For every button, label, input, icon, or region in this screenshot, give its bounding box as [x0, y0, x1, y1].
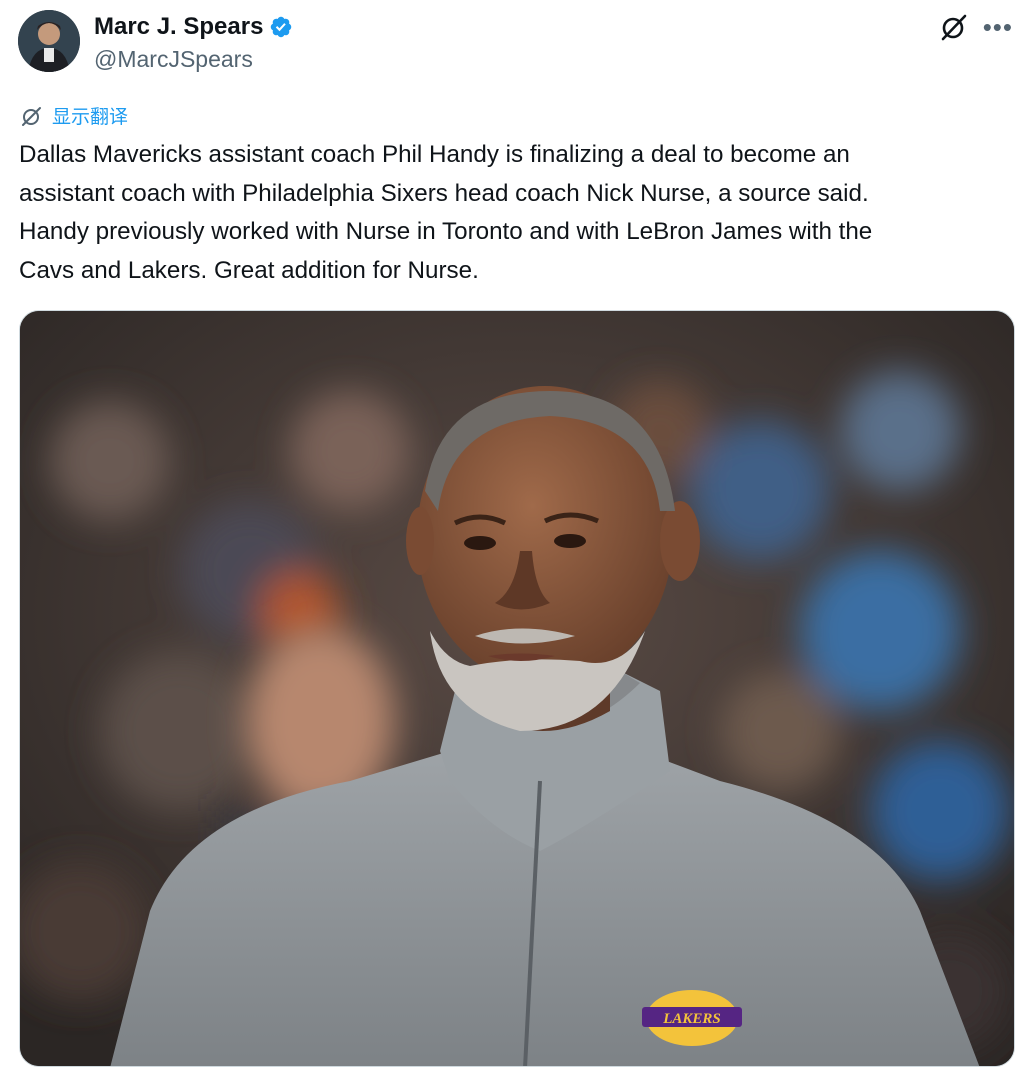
avatar-image [18, 10, 80, 72]
translate-icon [22, 106, 41, 126]
more-icon[interactable]: ••• [983, 12, 1013, 42]
grok-icon[interactable] [939, 12, 969, 42]
author-display-name[interactable]: Marc J. Spears [94, 13, 263, 41]
tweet-media-image[interactable]: LAKERS [19, 310, 1015, 1067]
translate-link[interactable]: 显示翻译 [20, 102, 128, 129]
tweet-author: Marc J. Spears @MarcJSpears [94, 10, 293, 73]
tweet-text: Dallas Mavericks assistant coach Phil Ha… [19, 141, 873, 284]
verified-badge-icon[interactable] [269, 15, 293, 39]
lakers-logo-text: LAKERS [662, 1011, 721, 1027]
photo-coach: LAKERS [20, 311, 1014, 1066]
avatar[interactable] [18, 10, 80, 72]
tweet-top-actions: ••• [939, 12, 1013, 42]
author-handle[interactable]: @MarcJSpears [94, 46, 293, 73]
translate-label: 显示翻译 [52, 107, 129, 128]
